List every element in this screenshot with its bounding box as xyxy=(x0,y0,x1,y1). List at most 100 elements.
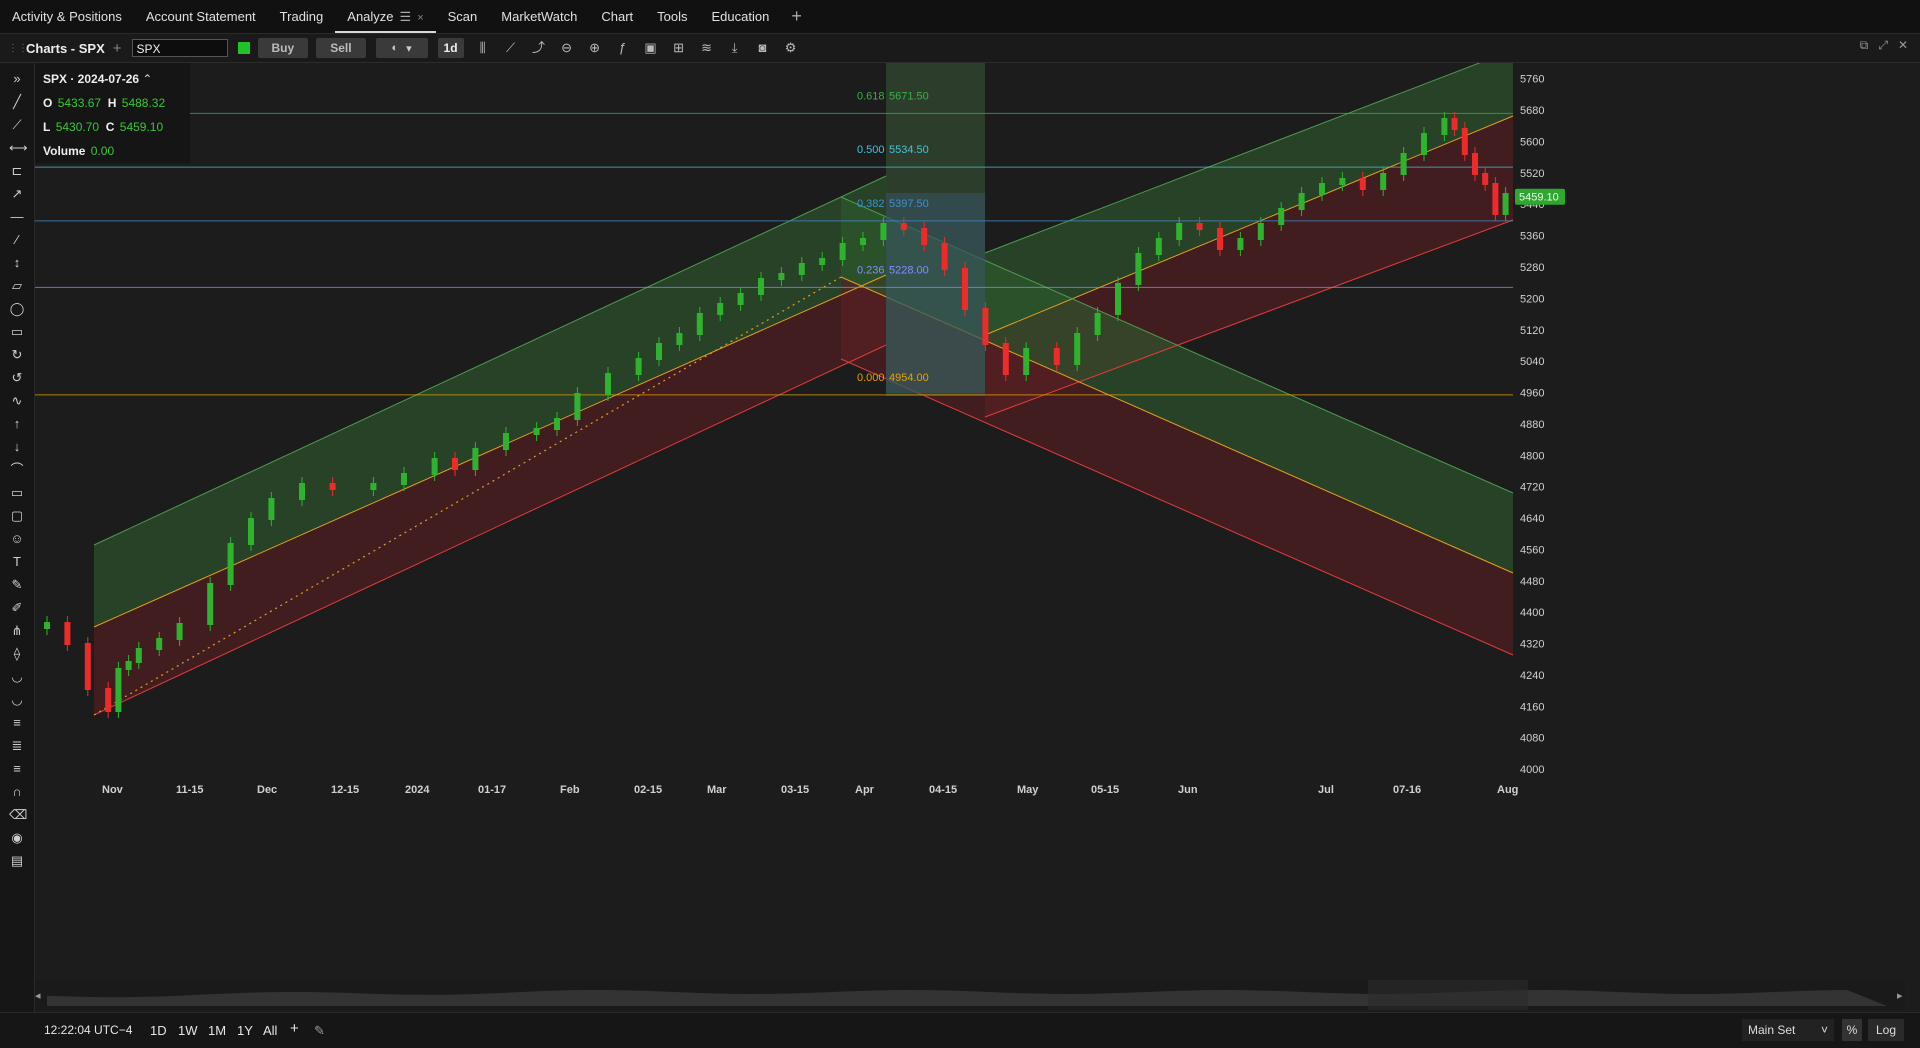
symbol-input[interactable]: SPX xyxy=(131,39,228,57)
trendline-icon[interactable]: ╱ xyxy=(9,94,25,110)
candle[interactable] xyxy=(574,393,581,420)
candle[interactable] xyxy=(472,448,479,470)
horizontal-line-icon[interactable]: ⟷ xyxy=(9,140,28,156)
percent-toggle[interactable]: % xyxy=(1842,1019,1862,1041)
candle[interactable] xyxy=(299,483,305,500)
candle[interactable] xyxy=(1278,208,1285,225)
candle[interactable] xyxy=(1339,178,1346,185)
candle[interactable] xyxy=(1482,173,1489,185)
candle[interactable] xyxy=(900,223,907,230)
ray-icon[interactable]: ⟋ xyxy=(9,117,25,133)
download-icon[interactable]: ⤓ xyxy=(726,39,744,57)
function-icon[interactable]: ƒ xyxy=(614,39,632,57)
candle[interactable] xyxy=(431,458,438,475)
scroll-left-icon[interactable]: ◂ xyxy=(35,990,41,1002)
callout-icon[interactable]: ▭ xyxy=(9,485,25,501)
candle[interactable] xyxy=(676,333,683,345)
trash-icon[interactable]: ▤ xyxy=(9,853,25,869)
zoom-out-icon[interactable]: ⊖ xyxy=(558,39,576,57)
candle[interactable] xyxy=(1094,313,1101,335)
arrow-line-icon[interactable]: ↗ xyxy=(9,186,25,202)
rectangle-icon[interactable]: ▭ xyxy=(9,324,25,340)
tab-chart[interactable]: Chart xyxy=(589,0,645,33)
tab-analyze[interactable]: Analyze ☰ × xyxy=(335,0,436,33)
expand-icon[interactable]: ⤢ xyxy=(1878,38,1888,53)
candle[interactable] xyxy=(860,238,866,245)
scroll-right-icon[interactable]: ▸ xyxy=(1897,990,1903,1002)
main-set-select[interactable]: Main Set ˅ xyxy=(1742,1019,1834,1041)
fib-channel-icon[interactable]: ≡ xyxy=(9,761,25,777)
arrow-down-icon[interactable]: ↓ xyxy=(9,439,25,455)
candle[interactable] xyxy=(1451,118,1458,130)
candle[interactable] xyxy=(656,343,662,360)
candle[interactable] xyxy=(1023,348,1030,375)
candle[interactable] xyxy=(819,258,826,265)
tab-education[interactable]: Education xyxy=(700,0,782,33)
candle[interactable] xyxy=(635,358,642,375)
candle[interactable] xyxy=(105,688,112,712)
candle[interactable] xyxy=(207,583,214,625)
tab-account-statement[interactable]: Account Statement xyxy=(134,0,268,33)
candle[interactable] xyxy=(1359,178,1366,190)
fib-icon[interactable]: ⊏ xyxy=(9,163,25,179)
curve-icon[interactable]: ⌒ xyxy=(9,462,25,478)
navigator-window[interactable] xyxy=(1368,980,1528,1010)
tab-trading[interactable]: Trading xyxy=(268,0,336,33)
candle[interactable] xyxy=(503,433,509,450)
candle[interactable] xyxy=(452,458,458,470)
pitchfork-icon[interactable]: ⋔ xyxy=(9,623,25,639)
candle[interactable] xyxy=(401,473,407,485)
candle[interactable] xyxy=(268,498,275,520)
candle[interactable] xyxy=(1319,183,1325,195)
menu-icon[interactable]: ☰ xyxy=(400,9,412,24)
drag-handle-icon[interactable]: ⋮⋮ xyxy=(8,43,28,54)
magnet-icon[interactable]: ∩ xyxy=(9,784,25,800)
emoji-icon[interactable]: ☺ xyxy=(9,531,25,547)
tab-scan[interactable]: Scan xyxy=(436,0,490,33)
time-navigator[interactable]: ◂ ▸ xyxy=(35,980,1905,1010)
candle[interactable] xyxy=(370,483,377,490)
candle[interactable] xyxy=(1053,348,1060,365)
text-icon[interactable]: T xyxy=(9,554,25,570)
candle[interactable] xyxy=(605,373,611,395)
candle[interactable] xyxy=(737,293,744,305)
candle[interactable] xyxy=(880,223,887,240)
candle[interactable] xyxy=(1074,333,1081,365)
candle[interactable] xyxy=(1176,223,1183,240)
candle[interactable] xyxy=(554,418,560,430)
candle[interactable] xyxy=(135,648,142,663)
candle[interactable] xyxy=(248,518,254,545)
candle[interactable] xyxy=(125,661,132,670)
cycle-lines-icon[interactable]: ◡ xyxy=(9,692,25,708)
close-icon[interactable]: ✕ xyxy=(1898,38,1908,53)
add-panel-icon[interactable]: + xyxy=(113,40,122,57)
candle[interactable] xyxy=(1115,283,1121,315)
candle[interactable] xyxy=(1461,128,1468,155)
pencil-icon[interactable]: ✎ xyxy=(314,1023,325,1039)
add-range-icon[interactable]: + xyxy=(290,1020,299,1037)
zoom-in-icon[interactable]: ⊕ xyxy=(586,39,604,57)
candle[interactable] xyxy=(1298,193,1305,210)
candle[interactable] xyxy=(1502,193,1509,215)
popout-icon[interactable]: ⧉ xyxy=(1860,38,1869,53)
candle[interactable] xyxy=(1196,223,1203,230)
tab-marketwatch[interactable]: MarketWatch xyxy=(489,0,589,33)
close-tab-icon[interactable]: × xyxy=(417,12,423,24)
tab-activity-positions[interactable]: Activity & Positions xyxy=(0,0,134,33)
price-chart[interactable]: 0.000 4954.00 0.236 5228.00 0.382 5397.50 0.50… xyxy=(35,63,1920,979)
expand-tools-icon[interactable]: » xyxy=(9,71,25,87)
cycle-icon[interactable]: ◡ xyxy=(9,669,25,685)
candle[interactable] xyxy=(798,263,805,275)
channel-icon[interactable]: ≣ xyxy=(9,738,25,754)
candle[interactable] xyxy=(1441,118,1448,135)
collapse-icon[interactable]: ⌃ xyxy=(142,72,152,86)
range-1d[interactable]: 1D xyxy=(150,1023,167,1038)
sell-button[interactable]: Sell xyxy=(316,38,366,58)
candle[interactable] xyxy=(1155,238,1162,255)
extended-line-icon[interactable]: — xyxy=(9,209,25,225)
camera-icon[interactable]: ◙ xyxy=(754,39,772,57)
range-1m[interactable]: 1M xyxy=(208,1023,226,1038)
segment-icon[interactable]: ⁄ xyxy=(9,232,25,248)
candle[interactable] xyxy=(115,668,122,712)
candle[interactable] xyxy=(839,243,846,260)
